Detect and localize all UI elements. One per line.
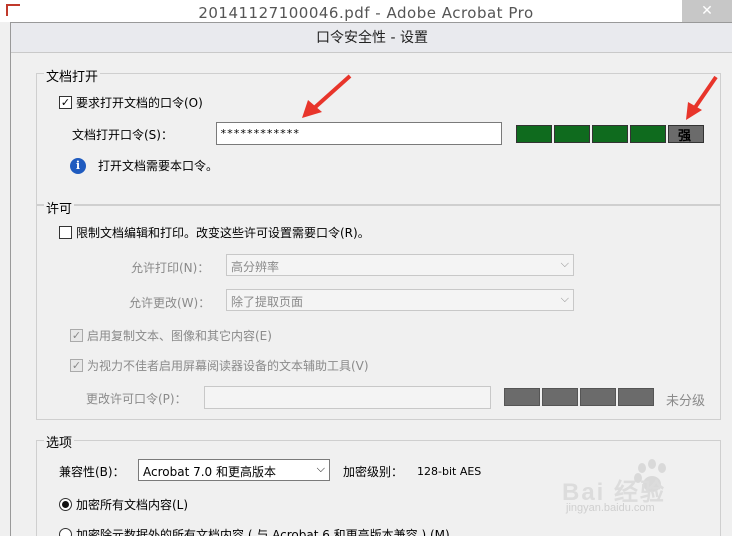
close-icon[interactable]: ✕ [682,0,732,22]
enable-copy-row[interactable]: ✓ 启用复制文本、图像和其它内容(E) [70,327,272,344]
compatibility-select[interactable]: Acrobat 7.0 和更高版本 ⌵ [138,459,330,481]
allow-changes-value: 除了提取页面 [231,295,304,309]
strength-segment [630,125,666,143]
dialog-title: 口令安全性 - 设置 [11,23,732,53]
strength-segment [580,388,616,406]
require-password-label: 要求打开文档的口令(O) [76,96,203,110]
strength-segment [516,125,552,143]
document-open-legend: 文档打开 [44,66,101,85]
allow-changes-label: 允许更改(W)： [129,296,211,310]
annotation-arrow-right [686,75,718,120]
screen-reader-checkbox[interactable]: ✓ [70,359,83,372]
allow-changes-select[interactable]: 除了提取页面 ⌵ [226,289,574,311]
encrypt-except-metadata-row[interactable]: 加密除元数据外的所有文档内容 ( 与 Acrobat 6 和更高版本兼容 ) (… [59,526,450,536]
open-password-input[interactable]: ************ [216,122,502,145]
enable-copy-label: 启用复制文本、图像和其它内容(E) [87,329,272,343]
info-text: 打开文档需要本口令。 [98,159,219,173]
strength-segment [618,388,654,406]
chevron-down-icon: ⌵ [560,257,569,270]
strength-segment [554,125,590,143]
open-password-strength-meter [516,125,704,143]
encrypt-except-metadata-label: 加密除元数据外的所有文档内容 ( 与 Acrobat 6 和更高版本兼容 ) (… [76,528,450,536]
encryption-level-value: 128-bit AES [417,465,482,478]
info-icon: i [70,157,86,174]
allow-print-select[interactable]: 高分辨率 ⌵ [226,254,574,276]
strength-segment [542,388,578,406]
annotation-arrow-left [302,74,352,118]
encrypt-all-row[interactable]: 加密所有文档内容(L) [59,496,188,513]
chevron-down-icon: ⌵ [560,292,569,305]
allow-print-value: 高分辨率 [231,260,280,274]
strength-segment [592,125,628,143]
require-password-checkbox[interactable]: ✓ [59,96,72,109]
background-window-titlebar: 20141127100046.pdf - Adobe Acrobat Pro ✕ [0,0,732,22]
restrict-editing-row[interactable]: 限制文档编辑和打印。改变这些许可设置需要口令(R)。 [59,224,370,241]
encrypt-all-label: 加密所有文档内容(L) [76,498,189,512]
compatibility-value: Acrobat 7.0 和更高版本 [143,465,276,479]
change-permission-password-label: 更改许可口令(P)： [86,392,187,406]
open-password-strength-label: 强 [678,129,692,144]
allow-print-label: 允许打印(N)： [131,261,210,275]
permission-password-strength-meter [504,388,654,406]
screen-reader-label: 为视力不佳者启用屏幕阅读器设备的文本辅助工具(V) [87,359,369,373]
restrict-editing-label: 限制文档编辑和打印。改变这些许可设置需要口令(R)。 [76,226,370,240]
restrict-editing-checkbox[interactable] [59,226,72,239]
screen-reader-row[interactable]: ✓ 为视力不佳者启用屏幕阅读器设备的文本辅助工具(V) [70,357,369,374]
enable-copy-checkbox[interactable]: ✓ [70,329,83,342]
open-password-label: 文档打开口令(S)： [72,128,173,142]
change-permission-password-input[interactable] [204,386,491,409]
compatibility-label: 兼容性(B)： [59,465,125,479]
chevron-down-icon: ⌵ [316,462,325,475]
encrypt-all-radio[interactable] [59,498,72,511]
background-window-title: 20141127100046.pdf - Adobe Acrobat Pro [198,4,534,22]
permissions-legend: 许可 [44,198,75,217]
watermark-url: jingyan.baidu.com [566,502,655,514]
strength-segment [504,388,540,406]
encrypt-except-metadata-radio[interactable] [59,528,72,536]
permission-password-strength-label: 未分级 [666,394,706,409]
require-password-row[interactable]: ✓ 要求打开文档的口令(O) [59,94,203,111]
encryption-level-label: 加密级别： [343,465,404,479]
options-legend: 选项 [44,432,75,451]
baidu-watermark: Bai 经验 jingyan.baidu.com [560,454,730,524]
